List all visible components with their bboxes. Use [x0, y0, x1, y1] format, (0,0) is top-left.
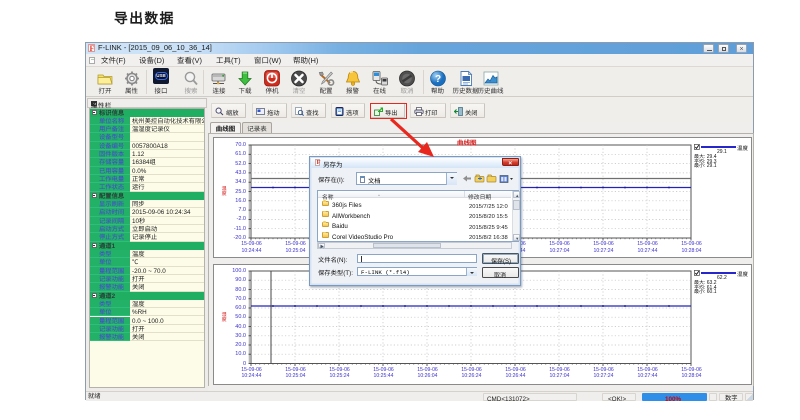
svg-text:?: ? [434, 74, 440, 85]
